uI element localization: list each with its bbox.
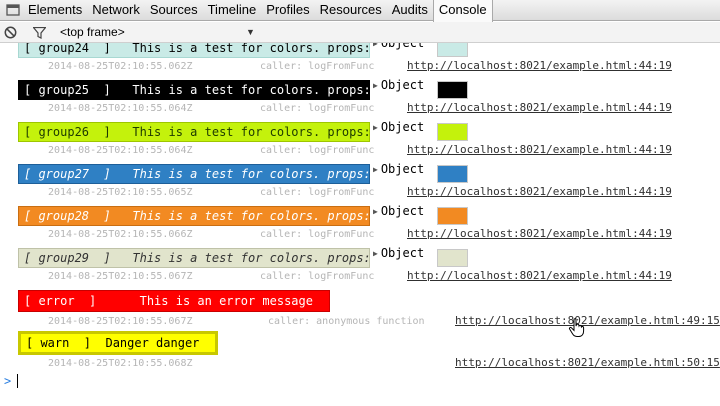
console-output: [ group24 ] This is a test for colors. p…	[0, 43, 720, 406]
tab-network[interactable]: Network	[87, 0, 145, 21]
timestamp: 2014-08-25T02:10:55.065Z	[48, 187, 193, 198]
source-link[interactable]: http://localhost:8021/example.html:49:15	[455, 314, 720, 327]
expand-triangle-icon[interactable]: ▶	[373, 249, 378, 258]
timestamp: 2014-08-25T02:10:55.067Z	[48, 316, 193, 327]
panel-tabs: Elements Network Sources Timeline Profiles Re…	[23, 0, 493, 22]
tab-resources[interactable]: Resources	[315, 0, 387, 21]
source-link[interactable]: http://localhost:8021/example.html:44:19	[407, 143, 672, 156]
color-swatch	[437, 165, 468, 183]
tab-elements[interactable]: Elements	[23, 0, 87, 21]
log-message: [ group24 ] This is a test for colors. p…	[18, 43, 371, 58]
filter-icon[interactable]	[33, 27, 46, 39]
console-prompt-icon: >	[4, 374, 12, 388]
color-swatch	[437, 81, 468, 99]
color-swatch	[437, 249, 468, 267]
caller-label: caller: logFromFunc	[260, 271, 375, 282]
source-link[interactable]: http://localhost:8021/example.html:44:19	[407, 185, 672, 198]
caller-label: caller: anonymous function	[268, 316, 425, 327]
caller-label: caller: logFromFunc	[260, 187, 375, 198]
log-message: [ group26 ] This is a test for colors. p…	[18, 122, 371, 142]
object-expander[interactable]: ▶ Object	[373, 162, 424, 176]
object-label: Object	[380, 120, 425, 134]
console-toolbar: <top frame> ▼	[0, 22, 720, 43]
source-link[interactable]: http://localhost:8021/example.html:44:19	[407, 269, 672, 282]
timestamp: 2014-08-25T02:10:55.067Z	[48, 271, 193, 282]
object-expander[interactable]: ▶ Object	[373, 120, 424, 134]
timestamp: 2014-08-25T02:10:55.068Z	[48, 358, 193, 369]
expand-triangle-icon[interactable]: ▶	[373, 43, 378, 48]
timestamp: 2014-08-25T02:10:55.066Z	[48, 229, 193, 240]
tab-audits[interactable]: Audits	[387, 0, 433, 21]
caller-label: caller: logFromFunc	[260, 145, 375, 156]
object-expander[interactable]: ▶ Object	[373, 43, 424, 50]
expand-triangle-icon[interactable]: ▶	[373, 123, 378, 132]
hand-cursor-icon	[568, 318, 585, 337]
log-message: [ group28 ] This is a test for colors. p…	[18, 206, 371, 226]
source-link[interactable]: http://localhost:8021/example.html:44:19	[407, 59, 672, 72]
warning-message: [ warn ] Danger danger	[18, 331, 218, 355]
expand-triangle-icon[interactable]: ▶	[373, 81, 378, 90]
error-message: [ error ] This is an error message	[18, 290, 330, 312]
clear-console-icon[interactable]	[4, 26, 17, 39]
caller-label: caller: logFromFunc	[260, 229, 375, 240]
object-label: Object	[380, 204, 425, 218]
source-link[interactable]: http://localhost:8021/example.html:50:15	[455, 356, 720, 369]
color-swatch	[437, 207, 468, 225]
console-input[interactable]	[17, 374, 18, 388]
expand-triangle-icon[interactable]: ▶	[373, 207, 378, 216]
object-expander[interactable]: ▶ Object	[373, 204, 424, 218]
source-link[interactable]: http://localhost:8021/example.html:44:19	[407, 227, 672, 240]
object-expander[interactable]: ▶ Object	[373, 246, 424, 260]
tab-timeline[interactable]: Timeline	[203, 0, 262, 21]
frame-selector-label: <top frame>	[60, 25, 125, 39]
dropdown-arrow-icon: ▼	[246, 27, 255, 37]
timestamp: 2014-08-25T02:10:55.064Z	[48, 145, 193, 156]
object-label: Object	[380, 246, 425, 260]
caller-label: caller: logFromFunc	[260, 61, 375, 72]
object-label: Object	[380, 78, 425, 92]
dock-icon[interactable]	[5, 2, 21, 18]
tab-sources[interactable]: Sources	[145, 0, 203, 21]
source-link[interactable]: http://localhost:8021/example.html:44:19	[407, 101, 672, 114]
devtools-tab-bar: Elements Network Sources Timeline Profiles Re…	[0, 0, 720, 22]
log-message: [ group25 ] This is a test for colors. p…	[18, 80, 371, 100]
timestamp: 2014-08-25T02:10:55.062Z	[48, 61, 193, 72]
timestamp: 2014-08-25T02:10:55.064Z	[48, 103, 193, 114]
tab-console[interactable]: Console	[432, 0, 493, 22]
tab-profiles[interactable]: Profiles	[261, 0, 314, 21]
color-swatch	[437, 123, 468, 141]
color-swatch	[437, 43, 468, 57]
log-message: [ group29 ] This is a test for colors. p…	[18, 248, 371, 268]
frame-selector[interactable]: <top frame> ▼	[60, 22, 260, 43]
caller-label: caller: logFromFunc	[260, 103, 375, 114]
object-expander[interactable]: ▶ Object	[373, 78, 424, 92]
log-message: [ group27 ] This is a test for colors. p…	[18, 164, 371, 184]
object-label: Object	[380, 162, 425, 176]
object-label: Object	[380, 43, 425, 50]
expand-triangle-icon[interactable]: ▶	[373, 165, 378, 174]
